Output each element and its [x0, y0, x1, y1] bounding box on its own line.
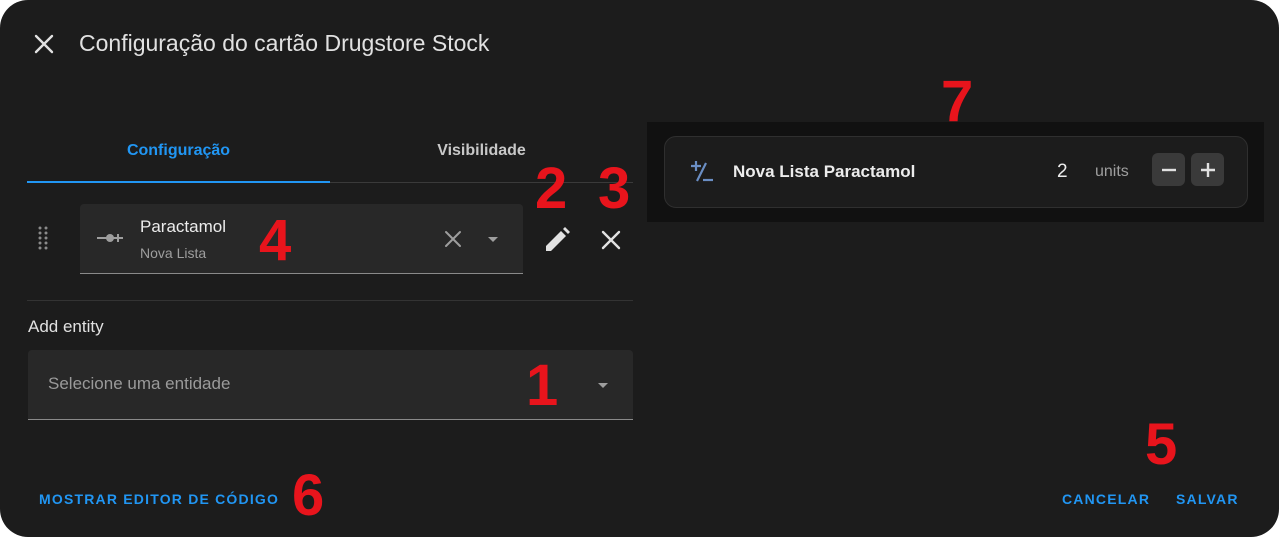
tab-configuracao[interactable]: Configuração — [27, 120, 330, 182]
chevron-down-icon[interactable] — [484, 230, 502, 248]
edit-entity-button[interactable] — [541, 224, 573, 256]
plus-icon — [1200, 162, 1215, 177]
entity-icon — [97, 234, 123, 242]
preview-count: 2 — [1057, 161, 1068, 182]
chevron-down-icon — [598, 383, 608, 388]
annotation-2: 2 — [535, 156, 568, 221]
cancel-button[interactable]: CANCELAR — [1062, 491, 1150, 507]
annotation-4: 4 — [259, 208, 292, 273]
annotation-1: 1 — [526, 353, 559, 418]
annotation-6: 6 — [292, 463, 325, 528]
preview-card: Nova Lista Paractamol 2 units — [664, 136, 1248, 208]
pencil-icon — [546, 227, 570, 251]
increment-button[interactable] — [1191, 153, 1224, 186]
clear-icon[interactable] — [442, 228, 464, 250]
plus-minus-icon — [691, 161, 713, 182]
divider — [27, 300, 633, 301]
remove-entity-button[interactable] — [597, 224, 625, 256]
save-button[interactable]: SALVAR — [1176, 491, 1239, 507]
tab-visibilidade[interactable]: Visibilidade — [330, 120, 633, 182]
drag-handle[interactable] — [36, 225, 50, 251]
minus-icon — [1161, 168, 1176, 171]
preview-unit: units — [1095, 163, 1129, 180]
entity-name: Paractamol — [140, 217, 226, 236]
dialog-title: Configuração do cartão Drugstore Stock — [79, 30, 490, 56]
entity-picker[interactable]: Paractamol Nova Lista — [80, 204, 523, 274]
entity-subtitle: Nova Lista — [140, 245, 207, 261]
close-icon — [34, 34, 54, 54]
decrement-button[interactable] — [1152, 153, 1185, 186]
annotation-3: 3 — [598, 156, 631, 221]
preview-card-title: Nova Lista Paractamol — [733, 162, 916, 181]
annotation-5: 5 — [1145, 412, 1178, 477]
add-entity-label: Add entity — [28, 317, 104, 336]
card-config-dialog: Configuração do cartão Drugstore Stock C… — [0, 0, 1279, 537]
entity-select-placeholder: Selecione uma entidade — [48, 374, 231, 393]
close-icon — [601, 230, 621, 250]
dialog-header: Configuração do cartão Drugstore Stock — [0, 0, 1279, 90]
annotation-7: 7 — [941, 69, 974, 134]
show-code-editor-button[interactable]: MOSTRAR EDITOR DE CÓDIGO — [39, 491, 279, 507]
active-tab-indicator — [27, 181, 330, 183]
close-button[interactable] — [28, 28, 60, 60]
drag-handle-icon — [38, 226, 48, 250]
